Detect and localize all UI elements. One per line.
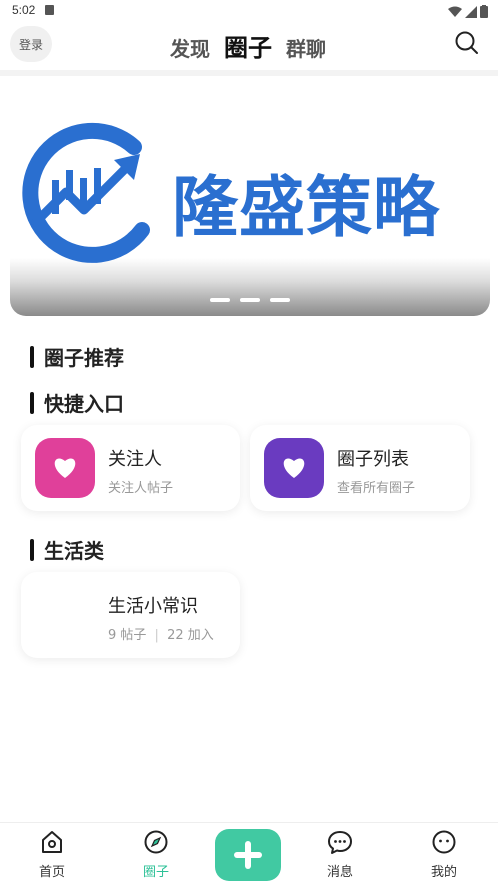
notification-icon [45,5,54,15]
nav-label: 圈子 [142,865,169,880]
section-marker [30,538,34,561]
status-time: 5:02 [12,3,36,17]
circle-posts: 9 帖子 [108,628,147,643]
shortcut-icon-box [35,438,95,498]
section-marker [30,391,34,414]
banner-carousel[interactable]: 隆盛策略 [10,82,490,316]
smile-icon [432,830,456,854]
battery-icon [480,5,488,18]
section-recommended: 圈子推荐 [30,342,124,371]
tab-discover[interactable]: 发现 [170,33,210,62]
section-title: 生活类 [44,539,104,563]
shortcut-card-circle-list[interactable]: 圈子列表 查看所有圈子 [250,425,470,511]
shortcut-icon-box [264,438,324,498]
shortcut-subtitle: 查看所有圈子 [337,481,416,496]
nav-label: 我的 [430,865,457,880]
create-post-button[interactable] [215,829,281,881]
circle-stats: 9 帖子 | 22 加入 [108,624,214,643]
section-title: 圈子推荐 [44,346,124,370]
nav-circles[interactable]: 圈子 [126,829,186,880]
plus-icon [234,841,262,869]
banner-title: 隆盛策略 [172,169,440,246]
tab-group-chat[interactable]: 群聊 [286,33,326,62]
shortcut-name: 关注人 [108,449,162,470]
carousel-dot[interactable] [270,298,290,302]
carousel-indicator [210,298,290,302]
circle-card[interactable]: 生活小常识 9 帖子 | 22 加入 [21,572,240,658]
bottom-nav: 首页 圈子 消息 我的 [0,822,498,887]
system-icons [448,5,488,18]
wifi-icon [448,6,462,17]
section-life: 生活类 [30,535,104,564]
carousel-dot[interactable] [210,298,230,302]
section-marker [30,345,34,368]
header-divider [0,70,498,76]
stats-separator: | [154,628,159,643]
shortcut-subtitle: 关注人帖子 [108,481,174,496]
nav-label: 首页 [38,865,65,880]
nav-label: 消息 [326,865,353,880]
search-icon[interactable] [454,30,480,56]
top-tabs: 发现 圈子 群聊 [170,28,326,63]
chat-icon [328,831,352,854]
signal-icon [465,5,477,18]
circle-name: 生活小常识 [108,596,198,617]
circle-members: 22 加入 [167,628,214,643]
home-icon [42,831,62,853]
shortcut-card-following[interactable]: 关注人 关注人帖子 [21,425,240,511]
compass-icon [144,830,168,854]
logo-icon [22,122,150,263]
nav-home[interactable]: 首页 [22,829,82,880]
tab-circles[interactable]: 圈子 [224,28,272,63]
carousel-dot[interactable] [240,298,260,302]
heart-icon [283,458,305,478]
nav-messages[interactable]: 消息 [310,829,370,880]
section-shortcuts: 快捷入口 [30,388,124,417]
login-button[interactable]: 登录 [10,26,52,62]
nav-profile[interactable]: 我的 [414,829,474,880]
heart-icon [54,458,76,478]
section-title: 快捷入口 [44,392,124,416]
top-bar: 登录 发现 圈子 群聊 [0,22,498,68]
shortcut-name: 圈子列表 [337,449,409,470]
status-bar: 5:02 [0,0,498,22]
